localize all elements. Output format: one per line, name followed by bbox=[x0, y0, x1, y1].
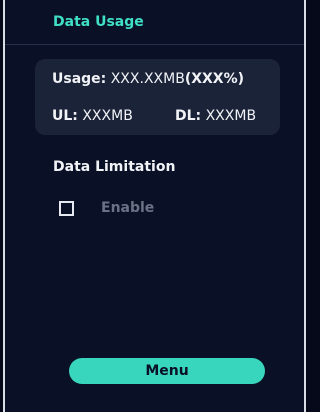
usage-percent: (XXX%) bbox=[184, 71, 245, 87]
data-usage-screen: Data Usage Usage: XXX.XXMB(XXX%) UL: XXX… bbox=[3, 0, 306, 412]
enable-checkbox[interactable] bbox=[59, 200, 74, 216]
data-limitation-title: Data Limitation bbox=[53, 159, 176, 175]
usage-line: Usage: XXX.XXMB(XXX%) bbox=[52, 71, 244, 87]
menu-button-label: Menu bbox=[145, 363, 189, 379]
upload-value: XXXMB bbox=[77, 108, 133, 124]
usage-label: Usage: bbox=[52, 71, 107, 87]
usage-value: XXX.XXMB bbox=[106, 71, 185, 87]
enable-limit-row[interactable]: Enable bbox=[59, 200, 154, 216]
usage-card: Usage: XXX.XXMB(XXX%) UL: XXXMB DL: XXXM… bbox=[35, 59, 280, 135]
upload-line: UL: XXXMB bbox=[52, 108, 133, 124]
menu-button[interactable]: Menu bbox=[69, 358, 265, 384]
upload-label: UL: bbox=[52, 108, 78, 124]
download-line: DL: XXXMB bbox=[175, 108, 256, 124]
enable-label: Enable bbox=[101, 200, 155, 216]
download-value: XXXMB bbox=[201, 108, 257, 124]
header: Data Usage bbox=[5, 0, 304, 45]
download-label: DL: bbox=[175, 108, 202, 124]
page-title: Data Usage bbox=[53, 14, 144, 30]
